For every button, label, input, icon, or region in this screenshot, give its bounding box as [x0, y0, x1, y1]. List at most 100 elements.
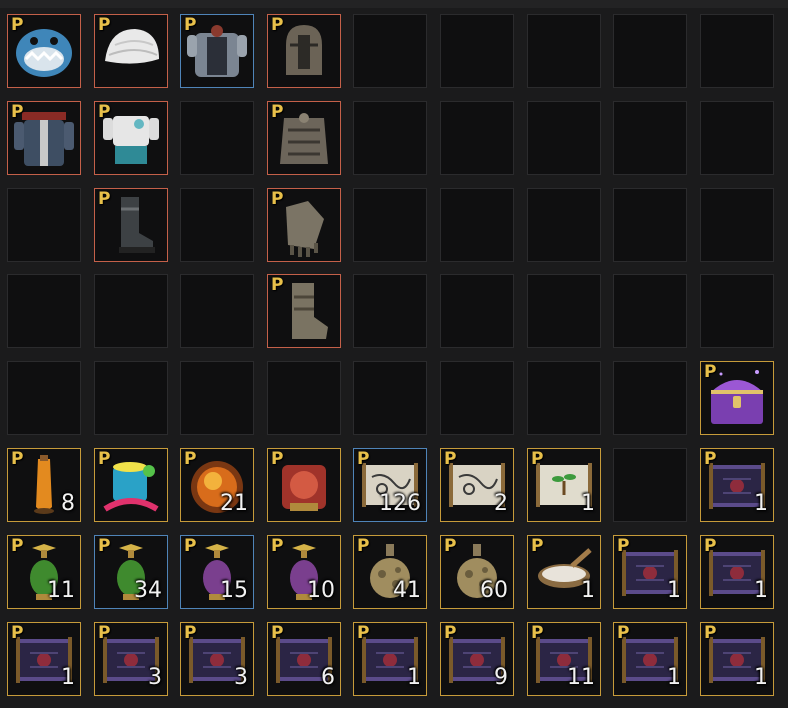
- stack-count: 11: [567, 665, 595, 690]
- inventory-slot-empty[interactable]: [94, 274, 168, 348]
- premium-badge: P: [11, 15, 24, 35]
- inventory-slot-empty[interactable]: [527, 101, 601, 175]
- stack-count: 1: [407, 665, 421, 690]
- premium-badge: P: [271, 536, 284, 556]
- inventory-slot-purple-scroll[interactable]: P9: [440, 622, 514, 696]
- inventory-slot-shark-helmet[interactable]: P: [7, 14, 81, 88]
- inventory-slot-empty[interactable]: [440, 101, 514, 175]
- inventory-slot-empty[interactable]: [613, 274, 687, 348]
- inventory-slot-empty[interactable]: [180, 101, 254, 175]
- inventory-slot-empty[interactable]: [180, 188, 254, 262]
- inventory-slot-empty[interactable]: [700, 274, 774, 348]
- premium-badge: P: [704, 623, 717, 643]
- inventory-slot-empty[interactable]: [180, 274, 254, 348]
- inventory-grid: P P P P P P P P P P P P 8 P P 21 P P 126 P 2 P 1 P 1 P 11 P 34 P 15 P 10…: [0, 0, 788, 708]
- inventory-slot-empty[interactable]: [7, 188, 81, 262]
- inventory-slot-purple-scroll[interactable]: P3: [94, 622, 168, 696]
- inventory-slot-empty[interactable]: [353, 361, 427, 435]
- inventory-slot-purple-scroll[interactable]: P6: [267, 622, 341, 696]
- inventory-slot-plate-armor[interactable]: P: [267, 101, 341, 175]
- inventory-slot-empty[interactable]: [440, 274, 514, 348]
- inventory-slot-empty[interactable]: [353, 274, 427, 348]
- inventory-slot-empty[interactable]: [94, 361, 168, 435]
- inventory-slot-wooden-bowl[interactable]: P1: [527, 535, 601, 609]
- inventory-slot-purple-scroll[interactable]: P3: [180, 622, 254, 696]
- stack-count: 126: [379, 491, 421, 516]
- inventory-slot-empty[interactable]: [613, 188, 687, 262]
- premium-badge: P: [271, 623, 284, 643]
- inventory-slot-purple-scroll[interactable]: P 11: [527, 622, 601, 696]
- premium-badge: P: [704, 536, 717, 556]
- inventory-slot-empty[interactable]: [613, 101, 687, 175]
- inventory-slot-map-scroll[interactable]: P 126: [353, 448, 427, 522]
- inventory-slot-dye-bucket[interactable]: P: [94, 448, 168, 522]
- inventory-slot-empty[interactable]: [700, 188, 774, 262]
- premium-badge: P: [531, 449, 544, 469]
- inventory-slot-purple-treasure-chest[interactable]: P: [700, 361, 774, 435]
- premium-badge: P: [271, 275, 284, 295]
- inventory-slot-purple-scroll[interactable]: P1: [613, 622, 687, 696]
- stack-count: 41: [393, 578, 421, 603]
- premium-badge: P: [444, 623, 457, 643]
- inventory-slot-plate-armor-blue[interactable]: P: [180, 14, 254, 88]
- inventory-slot-orange-potion[interactable]: P8: [7, 448, 81, 522]
- inventory-slot-knight-helmet[interactable]: P: [267, 14, 341, 88]
- inventory-slot-purple-scroll[interactable]: P1: [700, 535, 774, 609]
- inventory-slot-purple-elixir[interactable]: P 15: [180, 535, 254, 609]
- inventory-slot-green-elixir[interactable]: P 11: [7, 535, 81, 609]
- inventory-slot-empty[interactable]: [527, 274, 601, 348]
- inventory-slot-purple-scroll[interactable]: P1: [700, 448, 774, 522]
- premium-badge: P: [357, 449, 370, 469]
- inventory-slot-empty[interactable]: [700, 14, 774, 88]
- inventory-slot-empty[interactable]: [527, 14, 601, 88]
- inventory-slot-plate-gauntlets[interactable]: P: [267, 188, 341, 262]
- inventory-slot-empty[interactable]: [180, 361, 254, 435]
- stack-count: 6: [321, 665, 335, 690]
- inventory-slot-plate-boots[interactable]: P: [267, 274, 341, 348]
- inventory-top-bar: [0, 0, 788, 8]
- premium-badge: P: [444, 449, 457, 469]
- stack-count: 1: [667, 578, 681, 603]
- inventory-slot-stone-flask[interactable]: P 60: [440, 535, 514, 609]
- inventory-slot-empty[interactable]: [440, 361, 514, 435]
- inventory-slot-red-emblem[interactable]: P: [267, 448, 341, 522]
- premium-badge: P: [98, 623, 111, 643]
- inventory-slot-purple-scroll[interactable]: P1: [353, 622, 427, 696]
- inventory-slot-purple-scroll[interactable]: P1: [613, 535, 687, 609]
- inventory-slot-empty[interactable]: [440, 188, 514, 262]
- premium-badge: P: [11, 449, 24, 469]
- stack-count: 2: [494, 491, 508, 516]
- inventory-slot-purple-scroll[interactable]: P1: [7, 622, 81, 696]
- inventory-slot-empty[interactable]: [440, 14, 514, 88]
- inventory-slot-empty[interactable]: [613, 361, 687, 435]
- inventory-slot-white-bandana[interactable]: P: [94, 14, 168, 88]
- inventory-slot-empty[interactable]: [527, 361, 601, 435]
- inventory-slot-map-scroll[interactable]: P2: [440, 448, 514, 522]
- inventory-slot-empty[interactable]: [7, 274, 81, 348]
- stack-count: 1: [754, 578, 768, 603]
- inventory-slot-empty[interactable]: [353, 101, 427, 175]
- premium-badge: P: [98, 102, 111, 122]
- inventory-slot-pirate-coat[interactable]: P: [7, 101, 81, 175]
- inventory-slot-empty[interactable]: [527, 188, 601, 262]
- inventory-slot-empty[interactable]: [613, 14, 687, 88]
- inventory-slot-leather-boots[interactable]: P: [94, 188, 168, 262]
- inventory-slot-purple-elixir[interactable]: P 10: [267, 535, 341, 609]
- inventory-slot-empty[interactable]: [353, 14, 427, 88]
- premium-badge: P: [184, 449, 197, 469]
- inventory-slot-purple-scroll[interactable]: P1: [700, 622, 774, 696]
- inventory-slot-green-elixir[interactable]: P 34: [94, 535, 168, 609]
- inventory-slot-empty[interactable]: [353, 188, 427, 262]
- inventory-slot-white-outfit[interactable]: P: [94, 101, 168, 175]
- inventory-slot-empty[interactable]: [7, 361, 81, 435]
- inventory-slot-empty[interactable]: [267, 361, 341, 435]
- premium-badge: P: [271, 449, 284, 469]
- premium-badge: P: [617, 623, 630, 643]
- inventory-slot-empty[interactable]: [613, 448, 687, 522]
- inventory-slot-seedling-scroll[interactable]: P1: [527, 448, 601, 522]
- stack-count: 1: [581, 578, 595, 603]
- inventory-slot-stone-flask[interactable]: P 41: [353, 535, 427, 609]
- inventory-slot-fire-orb[interactable]: P 21: [180, 448, 254, 522]
- premium-badge: P: [98, 189, 111, 209]
- inventory-slot-empty[interactable]: [700, 101, 774, 175]
